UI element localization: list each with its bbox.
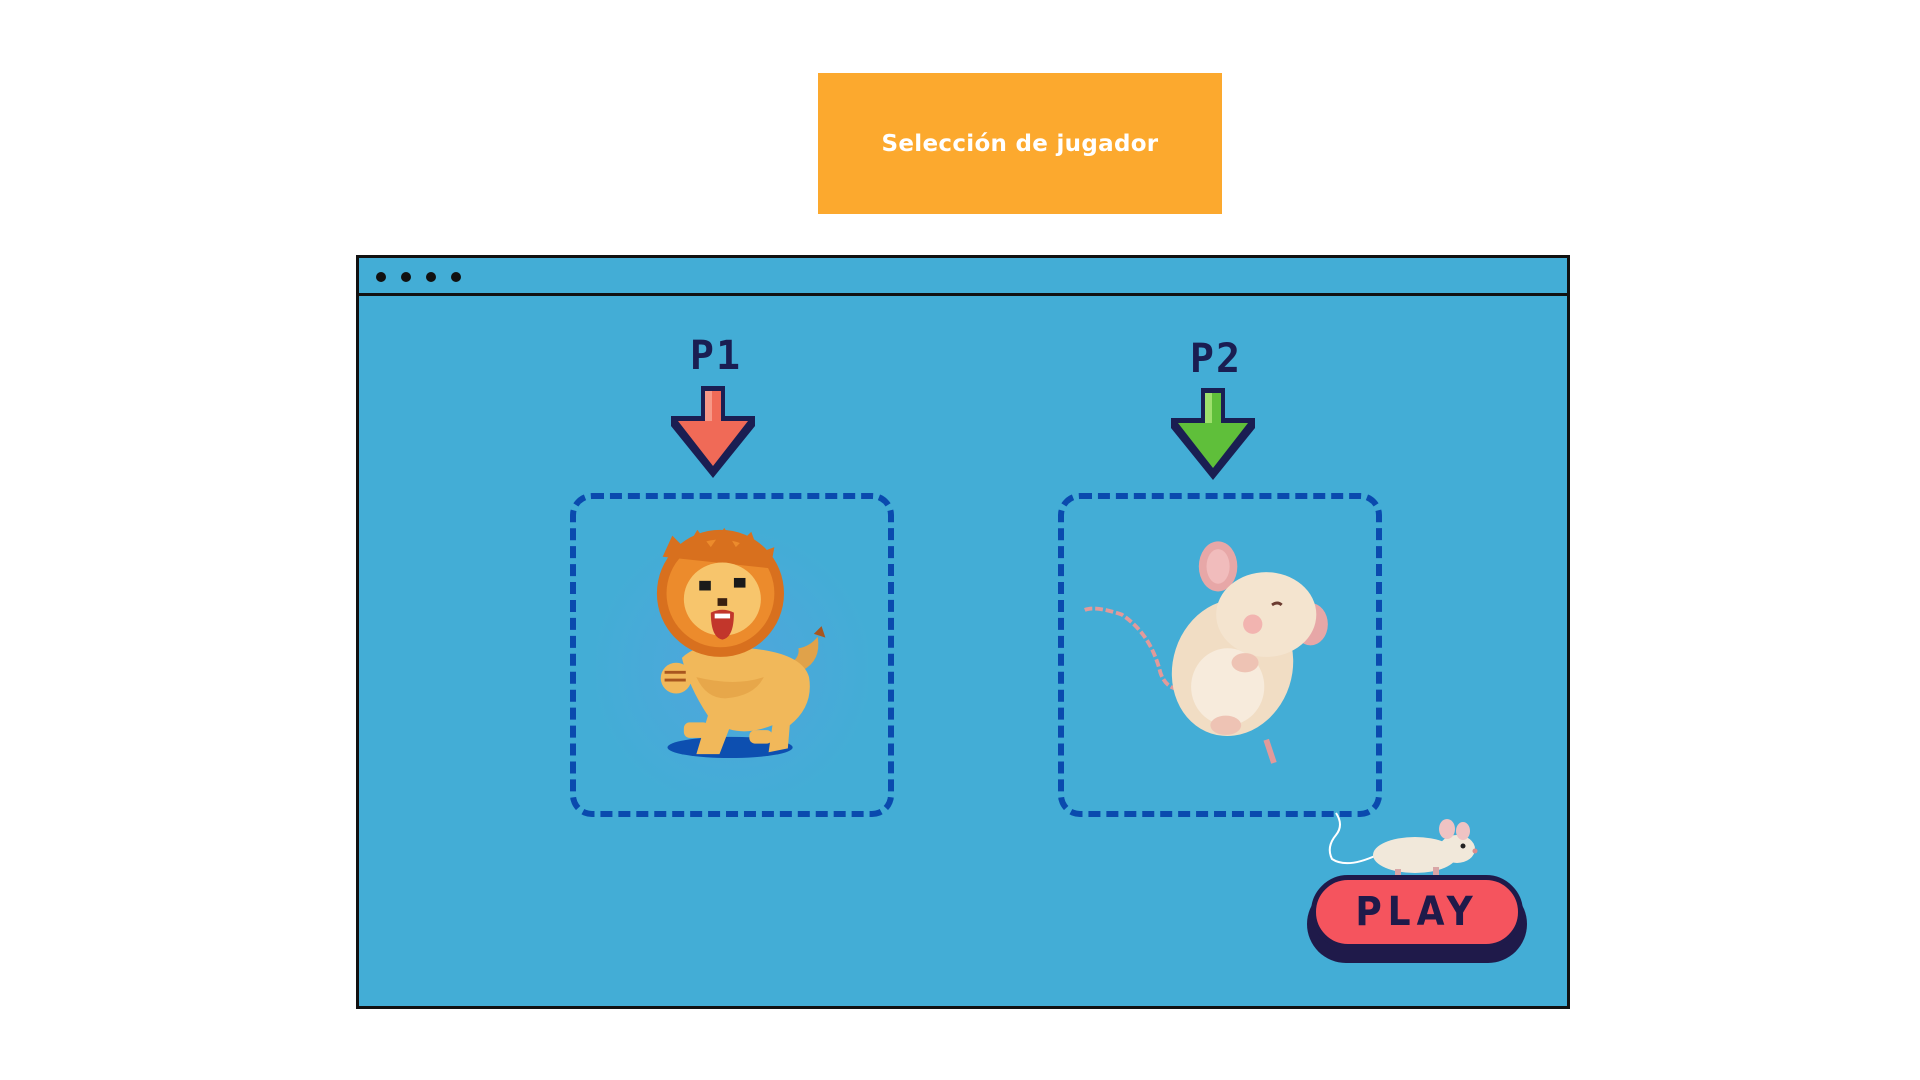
mouse-character — [1082, 541, 1328, 764]
titlebar-dot — [426, 272, 436, 282]
player-2-slot[interactable] — [1058, 493, 1382, 817]
game-window: P1 P2 PLAY — [356, 255, 1570, 1009]
play-button[interactable]: PLAY — [1307, 875, 1527, 963]
player-1-label: P1 — [689, 333, 743, 379]
titlebar-dot — [376, 272, 386, 282]
page-title: Selección de jugador — [881, 130, 1159, 157]
play-button-label: PLAY — [1311, 875, 1523, 949]
player-1-arrow-icon — [671, 386, 755, 478]
mouse-decoration — [1328, 812, 1478, 879]
player-1-slot[interactable] — [570, 493, 894, 817]
titlebar-dot — [451, 272, 461, 282]
player-2-arrow-icon — [1171, 388, 1255, 480]
page-title-banner: Selección de jugador — [818, 73, 1222, 214]
window-titlebar — [359, 258, 1567, 296]
lion-character — [656, 527, 826, 759]
player-2-label: P2 — [1189, 336, 1243, 382]
titlebar-dot — [401, 272, 411, 282]
